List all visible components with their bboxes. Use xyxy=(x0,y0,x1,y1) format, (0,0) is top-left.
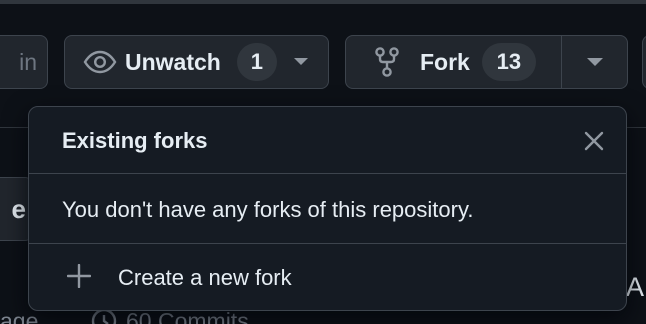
eye-icon xyxy=(83,50,117,74)
unwatch-label: Unwatch xyxy=(125,48,221,75)
branch-button-label: e xyxy=(11,193,26,224)
panel-header: Existing forks xyxy=(29,107,626,174)
fork-count-badge: 13 xyxy=(481,43,536,81)
repo-forked-icon xyxy=(374,47,400,77)
chevron-down-icon xyxy=(586,57,604,67)
background-text: age xyxy=(0,308,39,324)
existing-forks-panel: Existing forks You don't have any forks … xyxy=(28,106,627,311)
close-icon[interactable] xyxy=(581,128,607,154)
background-divider xyxy=(626,127,646,128)
fork-dropdown-button[interactable] xyxy=(561,35,628,89)
unwatch-button[interactable]: Unwatch 1 xyxy=(64,35,329,89)
background-text: A xyxy=(626,272,645,302)
repo-header-stage: in Unwatch 1 Fork 13 e age 60 Commits A … xyxy=(0,0,646,324)
fork-label: Fork xyxy=(420,48,470,75)
pin-button-label: in xyxy=(19,48,37,75)
chevron-down-icon[interactable] xyxy=(293,57,309,67)
fork-button[interactable]: Fork 13 xyxy=(345,35,562,89)
no-forks-message: You don't have any forks of this reposit… xyxy=(62,197,474,222)
panel-body: You don't have any forks of this reposit… xyxy=(29,174,626,244)
create-fork-label: Create a new fork xyxy=(118,265,292,290)
watch-count-badge: 1 xyxy=(236,43,277,81)
pin-button[interactable]: in xyxy=(0,35,48,89)
top-border xyxy=(0,0,646,4)
panel-title: Existing forks xyxy=(62,128,208,153)
plus-icon xyxy=(66,263,92,293)
star-button[interactable] xyxy=(642,35,646,89)
